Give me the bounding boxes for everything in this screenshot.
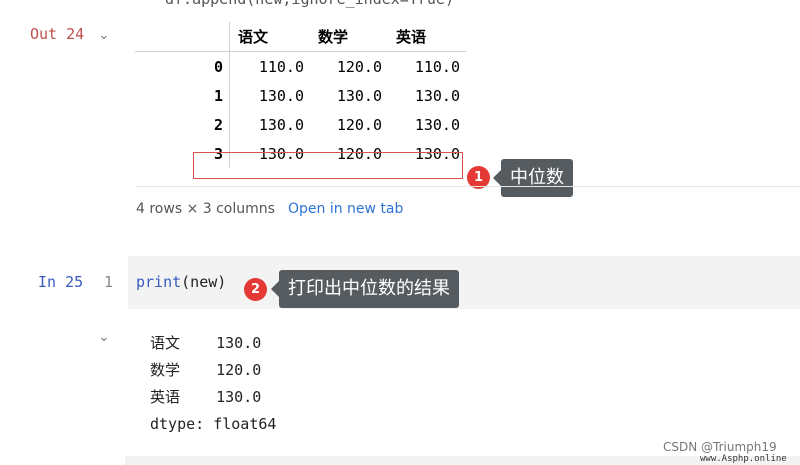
table-cell: 120.0: [336, 115, 382, 134]
open-in-new-tab-link[interactable]: Open in new tab: [288, 201, 403, 217]
divider: [135, 186, 800, 187]
rows-columns-summary: 4 rows × 3 columns: [136, 201, 275, 217]
row-index: 0: [213, 57, 223, 76]
code-function: print: [136, 273, 182, 291]
collapse-output-chevron-icon[interactable]: ⌄: [98, 330, 110, 345]
row-index: 2: [213, 115, 223, 134]
table-cell: 130.0: [336, 86, 382, 105]
table-cell: 130.0: [229, 110, 310, 139]
code-line[interactable]: print(new): [136, 273, 226, 291]
output-line: 数学 120.0: [150, 361, 262, 379]
column-header[interactable]: 数学: [310, 22, 388, 52]
cell-output: 语文 130.0 数学 120.0 英语 130.0 dtype: float64: [150, 330, 276, 438]
row-index: 1: [213, 86, 223, 105]
table-cell: 120.0: [336, 57, 382, 76]
median-row-highlight: [193, 152, 463, 179]
index-header: [135, 22, 230, 52]
output-line: dtype: float64: [150, 415, 277, 433]
table-cell: 130.0: [414, 86, 460, 105]
previous-code-line: df.append(new,ignore_index=True): [165, 0, 454, 8]
table-row: 2 130.0 120.0 130.0: [135, 110, 466, 139]
column-header[interactable]: 语文: [229, 22, 310, 52]
table-row: 0 110.0 120.0 110.0: [135, 51, 466, 81]
annotation-badge-2: 2: [244, 278, 267, 301]
code-args: (new): [181, 273, 227, 291]
table-cell: 110.0: [229, 51, 310, 81]
table-row: 1 130.0 130.0 130.0: [135, 81, 466, 110]
watermark-csdn: CSDN @Triumph19: [663, 440, 777, 454]
watermark-site: www.Asphp.online: [700, 454, 787, 464]
annotation-tooltip-print-result: 打印出中位数的结果: [271, 270, 459, 308]
table-cell: 130.0: [229, 81, 310, 110]
collapse-output-chevron-icon[interactable]: ⌄: [98, 28, 110, 43]
table-cell: 130.0: [414, 115, 460, 134]
output-line: 英语 130.0: [150, 388, 262, 406]
out-cell-label: Out 24: [30, 25, 85, 43]
annotation-tooltip-median: 中位数: [493, 159, 573, 197]
line-number: 1: [104, 273, 114, 291]
next-cell-editor[interactable]: [125, 456, 800, 465]
table-cell: 110.0: [414, 57, 460, 76]
column-header[interactable]: 英语: [388, 22, 466, 52]
in-cell-label: In 25: [38, 273, 84, 291]
output-line: 语文 130.0: [150, 334, 262, 352]
